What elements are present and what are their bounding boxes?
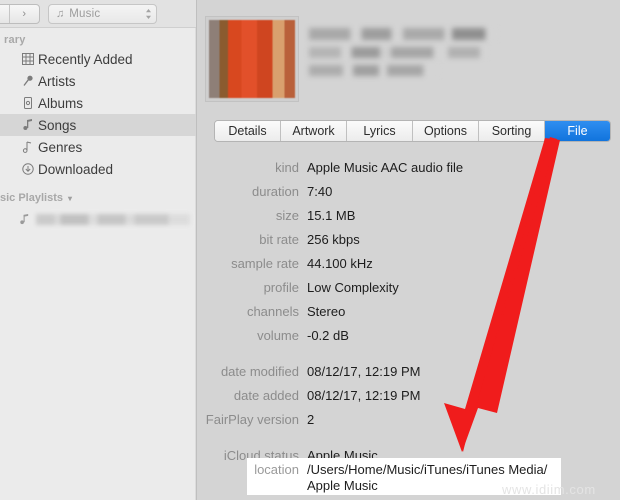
download-circle-icon <box>18 163 38 175</box>
sidebar-section-library: rary <box>4 34 26 46</box>
sidebar-item-label: Genres <box>38 139 83 155</box>
field-value: 2 <box>307 412 315 427</box>
source-popup-button[interactable]: ♫ Music <box>48 4 157 24</box>
tab-bar: Details Artwork Lyrics Options Sorting F… <box>214 120 611 142</box>
tab-file[interactable]: File <box>545 121 610 141</box>
sidebar-section-label: sic Playlists <box>0 192 63 204</box>
tab-details[interactable]: Details <box>215 121 281 141</box>
file-info-fields: kind Apple Music AAC audio file duration… <box>197 158 620 470</box>
field-value: 08/12/17, 12:19 PM <box>307 388 421 403</box>
chevron-updown-icon <box>145 8 152 20</box>
source-popup-label: Music <box>69 8 101 20</box>
chevron-down-icon: ▾ <box>68 193 73 203</box>
album-artwork-image <box>209 20 295 98</box>
field-value: Stereo <box>307 304 346 319</box>
music-note-icon: ♫ <box>56 8 65 20</box>
screenshot-root: ‹ › ♫ Music rary <box>0 0 620 500</box>
field-row-fairplay-version: FairPlay version 2 <box>197 410 620 434</box>
track-title-redacted <box>309 28 497 40</box>
sidebar-item-downloaded[interactable]: Downloaded <box>0 158 195 180</box>
track-artist-redacted <box>309 47 487 58</box>
tab-sorting[interactable]: Sorting <box>479 121 545 141</box>
field-value: 08/12/17, 12:19 PM <box>307 364 421 379</box>
field-value: Apple Music AAC audio file <box>307 160 464 175</box>
field-row-kind: kind Apple Music AAC audio file <box>197 158 620 182</box>
field-label: bit rate <box>259 232 299 247</box>
track-album-redacted <box>309 65 439 76</box>
nav-forward-button[interactable]: › <box>10 5 40 23</box>
field-label: date added <box>233 388 299 403</box>
field-label: date modified <box>220 364 299 379</box>
sidebar-item-label: Recently Added <box>38 51 133 67</box>
field-value: 256 kbps <box>307 232 360 247</box>
tab-options[interactable]: Options <box>413 121 479 141</box>
field-row-size: size 15.1 MB <box>197 206 620 230</box>
panel-header <box>197 6 620 110</box>
field-value: 44.100 kHz <box>307 256 373 271</box>
field-row-bit-rate: bit rate 256 kbps <box>197 230 620 254</box>
field-label: channels <box>246 304 299 319</box>
sidebar-item-genres[interactable]: Genres <box>0 136 195 158</box>
watermark: www.idiim.com <box>502 482 596 497</box>
field-label: size <box>275 208 299 223</box>
field-row-channels: channels Stereo <box>197 302 620 326</box>
field-row-profile: profile Low Complexity <box>197 278 620 302</box>
sidebar-item-label: Downloaded <box>38 161 114 177</box>
sidebar: rary Recently Added Artists Albums Songs… <box>0 28 196 500</box>
sidebar-section-music-playlists[interactable]: sic Playlists ▾ <box>0 192 195 204</box>
field-label: FairPlay version <box>205 412 299 427</box>
location-line-1: /Users/Home/Music/iTunes/iTunes Media/ <box>307 462 548 477</box>
nav-back-button[interactable]: ‹ <box>0 5 10 23</box>
sidebar-playlist-item[interactable] <box>0 210 195 228</box>
genre-icon <box>18 141 38 153</box>
grid-icon <box>18 53 38 65</box>
tab-lyrics[interactable]: Lyrics <box>347 121 413 141</box>
field-value: Low Complexity <box>307 280 399 295</box>
field-value: 7:40 <box>307 184 333 199</box>
field-label: duration <box>252 184 299 199</box>
field-label: kind <box>275 160 299 175</box>
playlist-name-redacted <box>36 213 190 225</box>
sidebar-item-recently-added[interactable]: Recently Added <box>0 48 195 70</box>
album-icon <box>18 97 38 109</box>
album-artwork[interactable] <box>205 16 299 102</box>
field-row-date-modified: date modified 08/12/17, 12:19 PM <box>197 362 620 386</box>
field-label: volume <box>257 328 299 343</box>
sidebar-item-artists[interactable]: Artists <box>0 70 195 92</box>
sidebar-item-albums[interactable]: Albums <box>0 92 195 114</box>
field-label: location <box>254 462 299 477</box>
field-value: 15.1 MB <box>307 208 356 223</box>
track-title-block <box>309 28 509 83</box>
nav-back-forward-control[interactable]: ‹ › <box>0 4 40 24</box>
music-note-icon <box>18 119 38 131</box>
sidebar-item-label: Artists <box>38 73 76 89</box>
field-value: -0.2 dB <box>307 328 349 343</box>
sidebar-item-label: Albums <box>38 95 84 111</box>
song-info-panel: Details Artwork Lyrics Options Sorting F… <box>196 0 620 500</box>
sidebar-item-songs[interactable]: Songs <box>0 114 196 136</box>
field-label: sample rate <box>231 256 299 271</box>
field-row-duration: duration 7:40 <box>197 182 620 206</box>
field-row-sample-rate: sample rate 44.100 kHz <box>197 254 620 278</box>
field-row-volume: volume -0.2 dB <box>197 326 620 350</box>
tab-artwork[interactable]: Artwork <box>281 121 347 141</box>
field-label: profile <box>263 280 299 295</box>
sidebar-item-label: Songs <box>38 117 77 133</box>
field-row-date-added: date added 08/12/17, 12:19 PM <box>197 386 620 410</box>
microphone-icon <box>18 75 38 87</box>
music-note-icon <box>14 213 34 225</box>
